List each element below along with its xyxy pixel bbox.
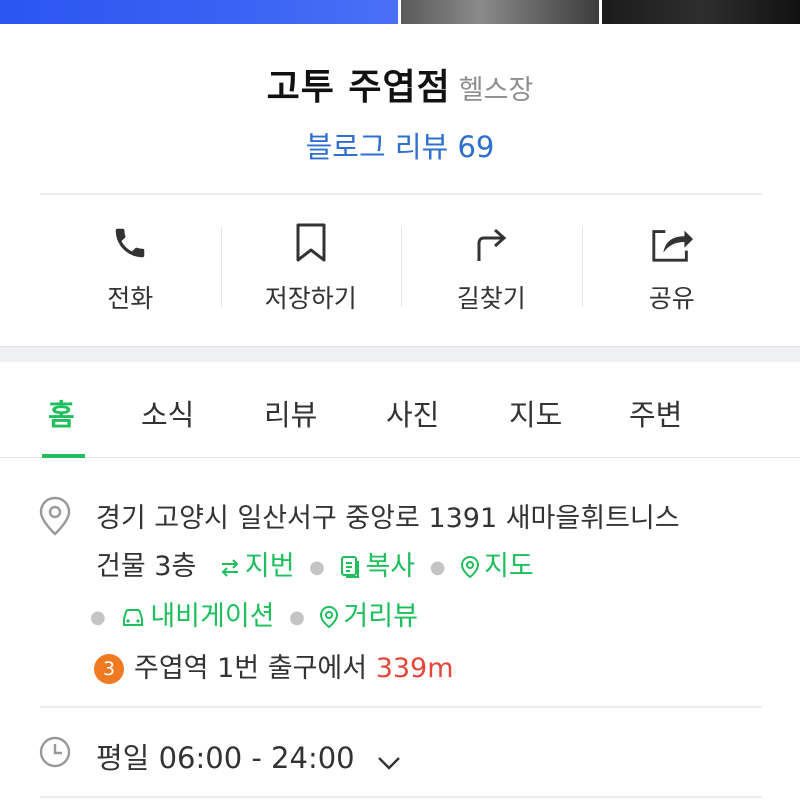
divider bbox=[40, 706, 762, 708]
photo-thumbnail[interactable] bbox=[401, 0, 599, 24]
subway-station: 주엽역 bbox=[134, 653, 209, 684]
active-tab-indicator bbox=[42, 454, 85, 458]
street-view-pin-icon bbox=[319, 605, 339, 636]
copy-label: 복사 bbox=[365, 551, 416, 582]
separator-dot: ● bbox=[90, 607, 106, 628]
clock-icon bbox=[38, 735, 72, 773]
copy-button[interactable]: 복사 bbox=[339, 551, 415, 582]
tab-nearby[interactable]: 주변 bbox=[629, 392, 682, 434]
subway-exit: 1번 출구에서 bbox=[217, 653, 368, 684]
title-row: 고투 주엽점 헬스장 bbox=[0, 58, 800, 110]
place-category: 헬스장 bbox=[458, 75, 534, 106]
directions-icon bbox=[469, 219, 513, 267]
tab-reviews[interactable]: 리뷰 bbox=[264, 392, 317, 434]
jibun-button[interactable]: 지번 bbox=[219, 551, 295, 582]
divider bbox=[40, 193, 762, 195]
subway-distance: 339m bbox=[375, 653, 454, 684]
action-bar: 전화 저장하기 길찾기 공유 bbox=[40, 215, 762, 315]
address-line-2: 건물 3층 bbox=[96, 551, 197, 582]
tab-home[interactable]: 홈 bbox=[48, 392, 75, 434]
bookmark-icon bbox=[289, 219, 333, 267]
copy-icon bbox=[339, 555, 361, 586]
address-links-row: ● 내비게이션 ● 거리뷰 bbox=[90, 594, 418, 636]
address-line-2-row: 건물 3층 지번 ● 복사 ● 지도 bbox=[96, 544, 534, 586]
map-pin-icon bbox=[460, 555, 480, 586]
tab-bar: 홈 소식 리뷰 사진 지도 주변 bbox=[0, 362, 800, 458]
directions-label: 길찾기 bbox=[456, 284, 526, 313]
subway-line-badge: 3 bbox=[94, 654, 124, 684]
map-link[interactable]: 지도 bbox=[460, 551, 534, 582]
photo-strip[interactable] bbox=[0, 0, 800, 24]
tab-map[interactable]: 지도 bbox=[509, 392, 562, 434]
save-button[interactable]: 저장하기 bbox=[220, 215, 402, 315]
tab-news[interactable]: 소식 bbox=[141, 392, 194, 434]
location-pin-icon bbox=[38, 496, 72, 540]
address-line-1: 경기 고양시 일산서구 중앙로 1391 새마을휘트니스 bbox=[96, 503, 680, 534]
photo-thumbnail[interactable] bbox=[0, 0, 398, 24]
business-hours[interactable]: 평일 06:00 - 24:00 bbox=[96, 735, 406, 779]
divider bbox=[40, 796, 762, 798]
car-icon bbox=[120, 605, 146, 636]
jibun-label: 지번 bbox=[244, 551, 295, 582]
street-view-label: 거리뷰 bbox=[343, 601, 418, 632]
swap-icon bbox=[219, 555, 241, 586]
tab-photos[interactable]: 사진 bbox=[386, 392, 439, 434]
section-separator bbox=[0, 346, 800, 362]
subway-row: 3 주엽역 1번 출구에서 339m bbox=[94, 646, 454, 685]
directions-button[interactable]: 길찾기 bbox=[401, 215, 582, 315]
call-label: 전화 bbox=[107, 284, 154, 313]
save-label: 저장하기 bbox=[264, 284, 357, 313]
phone-icon bbox=[108, 219, 152, 267]
share-icon bbox=[650, 219, 694, 267]
navigation-button[interactable]: 내비게이션 bbox=[120, 601, 275, 632]
map-label: 지도 bbox=[484, 551, 534, 582]
separator-dot: ● bbox=[289, 607, 305, 628]
chevron-down-icon[interactable] bbox=[376, 745, 402, 779]
share-label: 공유 bbox=[648, 284, 695, 313]
navigation-label: 내비게이션 bbox=[150, 601, 275, 632]
photo-thumbnail[interactable] bbox=[602, 0, 800, 24]
share-button[interactable]: 공유 bbox=[581, 215, 763, 315]
call-button[interactable]: 전화 bbox=[40, 215, 221, 315]
hours-text: 평일 06:00 - 24:00 bbox=[96, 741, 355, 775]
street-view-button[interactable]: 거리뷰 bbox=[319, 601, 418, 632]
separator-dot: ● bbox=[429, 557, 446, 578]
place-name: 고투 주엽점 bbox=[266, 67, 451, 108]
separator-dot: ● bbox=[309, 557, 325, 578]
blog-review-link[interactable]: 블로그 리뷰 69 bbox=[0, 124, 800, 166]
